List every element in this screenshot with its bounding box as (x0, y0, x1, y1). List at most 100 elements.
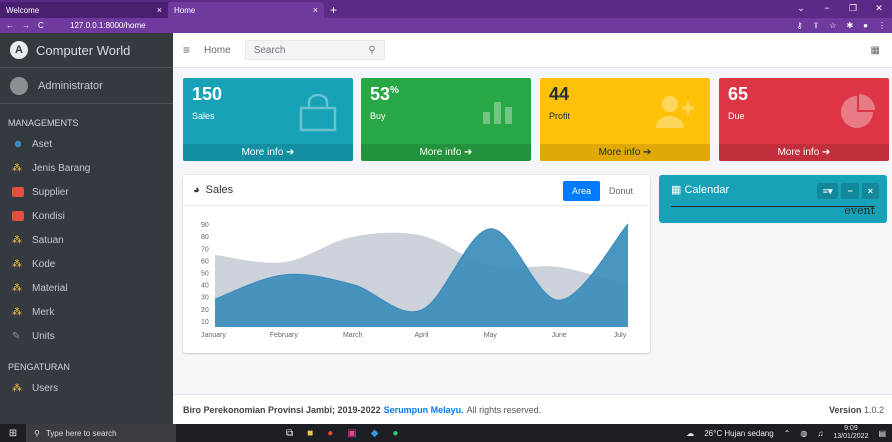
extension-icon[interactable]: ✱ (846, 21, 853, 30)
star-icon[interactable]: ☆ (829, 21, 836, 30)
sidebar-item-merk[interactable]: ⁂ Merk (0, 300, 173, 324)
calendar-menu-button[interactable]: ≡▾ (816, 183, 839, 199)
sidebar-item-users[interactable]: ⁂ Users (0, 376, 173, 400)
y-tick-label: 50 (201, 271, 209, 278)
footer-rights: All rights reserved. (466, 404, 542, 415)
tab-donut[interactable]: Donut (600, 181, 642, 201)
share-icon[interactable]: ⇪ (813, 21, 820, 30)
network-icon[interactable]: ◍ (800, 429, 807, 438)
sales-area-chart: 10 20 30 40 50 60 70 80 90 January February March Ap… (201, 222, 629, 339)
browser-tab-title: Home (174, 5, 196, 15)
sales-card-header: ◕ Sales Area Donut (183, 175, 650, 206)
x-tick-label: April (414, 332, 428, 339)
search-input[interactable]: Search ⚲ (244, 40, 385, 60)
footer-text: Biro Perekonomian Provinsi Jambi; 2019-2… (183, 404, 381, 415)
x-tick-label: June (552, 332, 567, 339)
footer-link[interactable]: Serumpun Melayu. (384, 405, 464, 415)
tab-area[interactable]: Area (562, 181, 600, 201)
x-tick-label: February (270, 332, 299, 339)
browser-tab-welcome[interactable]: Welcome × (0, 2, 168, 18)
brand-link[interactable]: A Computer World (0, 33, 173, 68)
back-icon[interactable]: ← (6, 21, 14, 30)
people-icon: ⁂ (12, 283, 22, 294)
maximize-icon[interactable]: ❐ (840, 0, 866, 18)
minimize-icon[interactable]: − (814, 0, 840, 18)
file-explorer-icon[interactable]: ■ (307, 428, 313, 439)
close-window-icon[interactable]: ✕ (866, 0, 892, 18)
user-panel[interactable]: Administrator (0, 68, 173, 104)
window-controls: ⌄ − ❐ ✕ (788, 0, 892, 18)
volume-icon[interactable]: ♫ (817, 429, 823, 438)
sidebar-item-supplier[interactable]: Supplier (0, 180, 173, 204)
y-tick-label: 20 (201, 307, 209, 314)
sidebar: A Computer World Administrator MANAGEMEN… (0, 33, 173, 424)
close-tab-icon[interactable]: × (157, 5, 162, 15)
chrome-icon[interactable]: ● (327, 428, 333, 439)
forward-icon[interactable]: → (22, 21, 30, 30)
user-plus-icon (656, 96, 694, 128)
calendar-card: ▦ Calendar ≡▾ − × event (659, 175, 887, 223)
sidebar-item-label: Material (32, 282, 68, 294)
os-taskbar: ⊞ ⚲ Type here to search ⧉ ■ ● ▣ ◆ ● ☁ 26… (0, 424, 892, 442)
hamburger-menu-icon[interactable]: ≡ (183, 43, 190, 57)
notifications-icon[interactable]: ▤ (878, 429, 886, 438)
sidebar-item-label: Units (32, 330, 55, 342)
sidebar-item-label: Kode (32, 258, 56, 270)
people-icon: ⁂ (12, 259, 22, 270)
brand-logo-icon: A (10, 41, 28, 59)
search-icon[interactable]: ⚲ (368, 45, 375, 56)
info-box-buy: 53% Buy More info ➔ (361, 78, 531, 161)
windows-start-icon[interactable]: ⊞ (0, 428, 26, 439)
browser-tab-home[interactable]: Home × (168, 2, 324, 18)
sidebar-item-material[interactable]: ⁂ Material (0, 276, 173, 300)
profile-icon[interactable]: ● (863, 21, 868, 30)
sidebar-item-label: Supplier (32, 186, 69, 198)
ruler-icon: ✎ (12, 331, 21, 342)
sidebar-item-jenis-barang[interactable]: ⁂ Jenis Barang (0, 156, 173, 180)
truck-icon (12, 187, 24, 197)
avatar (10, 76, 28, 95)
more-info-link[interactable]: More info ➔ (719, 144, 889, 161)
calendar-event[interactable]: event (844, 204, 875, 217)
browser-tab-strip: Welcome × Home × + ⌄ − ❐ ✕ (0, 0, 892, 18)
new-tab-button[interactable]: + (330, 2, 337, 18)
tray-chevron-up-icon[interactable]: ⌃ (784, 429, 791, 438)
x-tick-label: July (614, 332, 627, 339)
task-view-icon[interactable]: ⧉ (286, 428, 293, 439)
key-icon[interactable]: ⚷ (797, 21, 803, 30)
app-icon[interactable]: ● (392, 428, 398, 439)
sidebar-item-kondisi[interactable]: Kondisi (0, 204, 173, 228)
remove-button[interactable]: × (861, 183, 879, 199)
sales-card: ◕ Sales Area Donut 10 20 30 40 50 60 70 80 90 Jan… (183, 175, 650, 353)
calendar-icon: ▦ (671, 184, 682, 196)
collapse-button[interactable]: − (841, 183, 859, 199)
y-tick-label: 30 (201, 295, 209, 302)
browser-menu-icon[interactable]: ⋮ (878, 21, 886, 30)
more-info-link[interactable]: More info ➔ (540, 144, 710, 161)
close-tab-icon[interactable]: × (313, 5, 318, 15)
store-icon[interactable]: ▣ (347, 428, 356, 439)
sidebar-item-units[interactable]: ✎ Units (0, 324, 173, 348)
more-info-link[interactable]: More info ➔ (361, 144, 531, 161)
apps-grid-icon[interactable]: ▦ (871, 45, 880, 56)
reload-icon[interactable]: C (38, 21, 44, 30)
taskbar-search-placeholder: Type here to search (45, 428, 117, 438)
info-box-profit: 44 Profit More info ➔ (540, 78, 710, 161)
chevron-down-icon[interactable]: ⌄ (788, 0, 814, 18)
footer: Biro Perekonomian Provinsi Jambi; 2019-2… (173, 394, 892, 424)
y-tick-label: 10 (201, 319, 209, 326)
nav-link-home[interactable]: Home (204, 45, 231, 56)
url-field[interactable]: 127.0.0.1:8000/home (70, 21, 146, 30)
weather-text[interactable]: 26°C Hujan sedang (704, 429, 773, 438)
clock[interactable]: 9:09 13/01/2022 (833, 425, 868, 441)
sidebar-item-kode[interactable]: ⁂ Kode (0, 252, 173, 276)
version-info: Version 1.0.2 (828, 404, 884, 415)
taskbar-search[interactable]: ⚲ Type here to search (26, 424, 176, 442)
info-box-due: 65 Due More info ➔ (719, 78, 889, 161)
sidebar-item-satuan[interactable]: ⁂ Satuan (0, 228, 173, 252)
shopping-bag-icon (299, 94, 337, 132)
sidebar-item-aset[interactable]: Aset (0, 132, 173, 156)
more-info-link[interactable]: More info ➔ (183, 144, 353, 161)
vscode-icon[interactable]: ◆ (371, 428, 379, 439)
brand-name: Computer World (36, 42, 131, 58)
